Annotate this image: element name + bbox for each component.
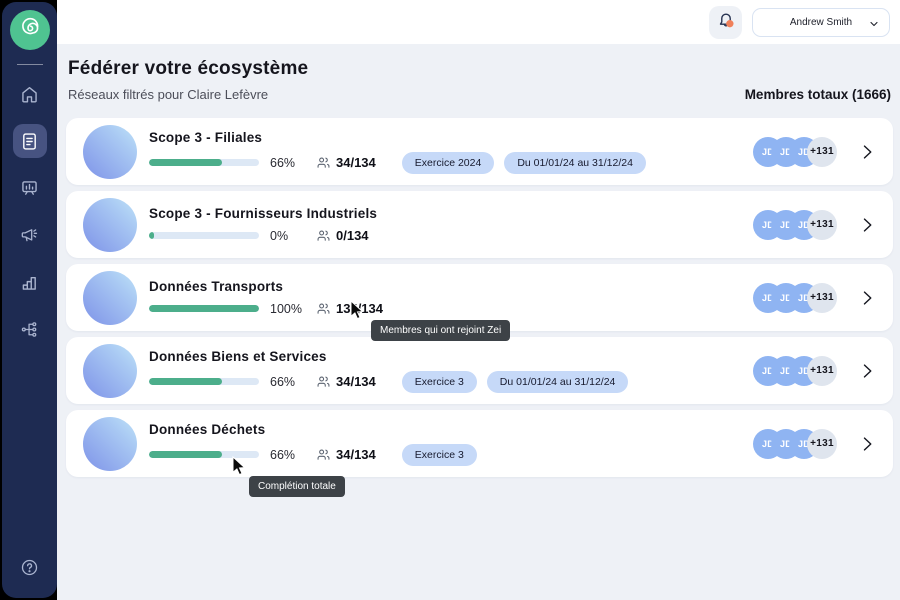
badge-list: Exercice 3 Du 01/01/24 au 31/12/24 (402, 371, 629, 393)
extra-members-count: +131 (807, 210, 837, 240)
sidebar-item-help[interactable] (13, 550, 47, 584)
progress-percent: 66% (270, 448, 304, 462)
network-card[interactable]: Scope 3 - Filiales 66% 34/134 Exercice 2… (66, 118, 893, 185)
chevron-right-icon[interactable] (857, 142, 877, 162)
progress-fill (149, 232, 154, 239)
extra-members-count: +131 (807, 429, 837, 459)
network-card-list: Scope 3 - Filiales 66% 34/134 Exercice 2… (66, 118, 893, 477)
help-icon (19, 557, 40, 578)
sidebar-item-network[interactable] (13, 312, 47, 346)
tooltip: Membres qui ont rejoint Zei (371, 320, 510, 341)
network-avatar (83, 198, 137, 252)
progress-bar (149, 305, 259, 312)
badge: Exercice 2024 (402, 152, 495, 174)
network-title: Scope 3 - Filiales (149, 130, 646, 145)
progress-percent: 66% (270, 375, 304, 389)
progress-fill (149, 305, 259, 312)
network-title: Scope 3 - Fournisseurs Industriels (149, 206, 395, 221)
network-title: Données Déchets (149, 422, 477, 437)
members-icon (316, 374, 331, 389)
network-avatar (83, 271, 137, 325)
network-title: Données Biens et Services (149, 349, 628, 364)
progress-fill (149, 451, 222, 458)
chevron-right-icon[interactable] (857, 361, 877, 381)
extra-members-count: +131 (807, 356, 837, 386)
network-card[interactable]: Données Biens et Services 66% 34/134 Exe… (66, 337, 893, 404)
network-card[interactable]: Données Déchets 66% 34/134 Exercice 3 JD… (66, 410, 893, 477)
progress-percent: 66% (270, 156, 304, 170)
members-icon (316, 155, 331, 170)
extra-members-count: +131 (807, 137, 837, 167)
spiral-logo-icon (17, 15, 43, 46)
app-window: Andrew Smith Fédérer votre écosystème Ré… (0, 0, 900, 600)
progress-percent: 100% (270, 302, 304, 316)
progress-bar (149, 159, 259, 166)
sidebar (2, 2, 57, 598)
member-avatar-group: JDJDJD+131 (753, 356, 837, 386)
members-icon (316, 301, 331, 316)
chevron-right-icon[interactable] (857, 215, 877, 235)
network-avatar (83, 417, 137, 471)
top-bar: Andrew Smith (57, 0, 900, 44)
network-avatar (83, 125, 137, 179)
members-icon (316, 447, 331, 462)
sidebar-item-statistics[interactable] (13, 265, 47, 299)
badge: Du 01/01/24 au 31/12/24 (504, 152, 646, 174)
megaphone-icon (19, 225, 40, 246)
member-avatar-group: JDJDJD+131 (753, 210, 837, 240)
badge-list: Exercice 2024 Du 01/01/24 au 31/12/24 (402, 152, 646, 174)
badge: Exercice 3 (402, 371, 477, 393)
dashboard-icon (19, 178, 40, 199)
notifications-button[interactable] (709, 6, 742, 39)
member-avatar-group: JDJDJD+131 (753, 283, 837, 313)
mouse-cursor-icon (231, 456, 248, 481)
documents-icon (19, 131, 40, 152)
member-avatar-group: JDJDJD+131 (753, 137, 837, 167)
badge: Exercice 3 (402, 444, 477, 466)
sidebar-item-home[interactable] (13, 77, 47, 111)
mouse-cursor-icon (349, 300, 366, 325)
bar-chart-icon (19, 272, 40, 293)
chevron-down-icon (868, 17, 880, 35)
tooltip: Complétion totale (249, 476, 345, 497)
sidebar-item-documents[interactable] (13, 124, 47, 158)
page-subtitle: Réseaux filtrés pour Claire Lefèvre (68, 87, 268, 102)
sidebar-item-announcements[interactable] (13, 218, 47, 252)
members-icon (316, 228, 331, 243)
progress-percent: 0% (270, 229, 304, 243)
progress-fill (149, 378, 222, 385)
bell-icon (715, 9, 737, 36)
network-icon (19, 319, 40, 340)
page-title: Fédérer votre écosystème (68, 58, 893, 80)
user-name: Andrew Smith (790, 17, 852, 28)
network-card[interactable]: Scope 3 - Fournisseurs Industriels 0% 0/… (66, 191, 893, 258)
members-total-label: Membres totaux (1666) (745, 87, 891, 102)
app-logo[interactable] (10, 10, 50, 50)
badge: Du 01/01/24 au 31/12/24 (487, 371, 629, 393)
progress-fill (149, 159, 222, 166)
progress-bar (149, 378, 259, 385)
members-count: 34/134 (336, 374, 376, 389)
members-count: 34/134 (336, 155, 376, 170)
network-avatar (83, 344, 137, 398)
members-count: 34/134 (336, 447, 376, 462)
home-icon (19, 84, 40, 105)
badge-list: Exercice 3 (402, 444, 477, 466)
members-count: 0/134 (336, 228, 369, 243)
chevron-right-icon[interactable] (857, 288, 877, 308)
sidebar-item-dashboard[interactable] (13, 171, 47, 205)
member-avatar-group: JDJDJD+131 (753, 429, 837, 459)
sidebar-divider (17, 64, 43, 65)
chevron-right-icon[interactable] (857, 434, 877, 454)
user-menu[interactable]: Andrew Smith (752, 8, 890, 37)
extra-members-count: +131 (807, 283, 837, 313)
network-title: Données Transports (149, 279, 409, 294)
progress-bar (149, 232, 259, 239)
